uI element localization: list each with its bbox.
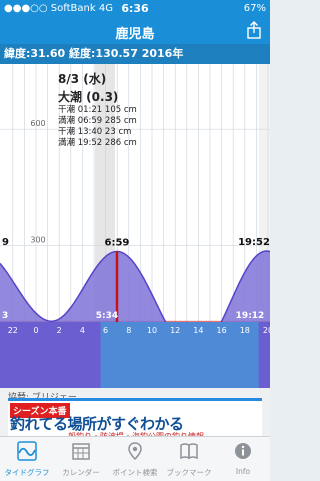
x-tick-label: 14	[193, 326, 203, 335]
clock-text: 6:36	[121, 2, 149, 15]
tide-row: 満潮 19:52 286 cm	[58, 138, 137, 148]
bookmark-icon	[180, 443, 198, 460]
info-icon	[235, 443, 251, 459]
ad-banner[interactable]: 協賛: ブリジェー シーズン本番 釣れてる場所がすぐわかる 船釣り・防波堤・海釣…	[0, 388, 270, 441]
y-tick-label: 600	[30, 119, 45, 128]
extreme-label: 9	[2, 237, 9, 248]
sunrise-label: 5:34	[96, 311, 118, 321]
x-tick-label: 18	[240, 326, 250, 335]
x-tick-label: 4	[80, 326, 85, 335]
tab-calendar[interactable]: カレンダー	[54, 437, 108, 481]
x-tick-label: 8	[126, 326, 131, 335]
tide-graph-icon	[17, 441, 37, 461]
calendar-icon	[72, 443, 90, 460]
page-title: 鹿児島	[115, 27, 155, 42]
tide-type-label: 大潮 (0.3)	[58, 90, 119, 104]
tab-label: ポイント検索	[112, 468, 158, 477]
x-tick-label: 2	[57, 326, 62, 335]
x-tick-label: 0	[33, 326, 38, 335]
tide-row: 満潮 06:59 285 cm	[58, 116, 137, 126]
tab-label: カレンダー	[62, 468, 100, 477]
tab-point-search[interactable]: ポイント検索	[108, 437, 162, 481]
sunset-label: 19:12	[236, 311, 265, 321]
status-bar: ●●●○○ SoftBank 4G 6:36 67%	[0, 0, 270, 18]
battery-text: 67%	[243, 3, 266, 14]
tab-tide-graph[interactable]: タイドグラフ	[0, 437, 54, 481]
tide-graph[interactable]: 600300091:216:5913:4019:5235:3419:122202…	[0, 64, 270, 388]
coordinates-bar: 緯度:31.60 経度:130.57 2016年	[0, 44, 270, 64]
x-tick-label: 12	[170, 326, 180, 335]
left-edge-label: 3	[2, 311, 8, 321]
tide-info-panel: 8/3 (水) 大潮 (0.3) 干潮 01:21 105 cm 満潮 06:5…	[58, 70, 178, 149]
coordinates-text: 緯度:31.60 経度:130.57 2016年	[4, 47, 184, 60]
x-tick-label: 10	[147, 326, 157, 335]
tide-row: 干潮 13:40 23 cm	[58, 127, 132, 137]
tab-label: タイドグラフ	[4, 468, 50, 477]
share-icon[interactable]	[246, 21, 262, 39]
tab-label: ブックマーク	[166, 468, 212, 477]
tab-bookmark[interactable]: ブックマーク	[162, 437, 216, 481]
tab-bar: タイドグラフ カレンダー ポイント検索 ブックマーク Info	[0, 436, 270, 481]
x-tick-label: 20	[263, 326, 270, 335]
tab-label: Info	[235, 467, 251, 476]
nav-bar: 鹿児島	[0, 18, 270, 44]
point-search-icon	[128, 442, 142, 461]
tide-row: 干潮 01:21 105 cm	[58, 105, 137, 115]
x-tick-label: 22	[8, 326, 18, 335]
x-tick-label: 16	[217, 326, 227, 335]
date-label: 8/3 (水)	[58, 72, 107, 86]
extreme-label: 6:59	[105, 237, 130, 248]
extreme-label: 19:52	[238, 237, 270, 248]
y-tick-label: 300	[30, 236, 45, 245]
ad-box[interactable]: シーズン本番 釣れてる場所がすぐわかる 船釣り・防波堤・海釣公園の釣り情報	[8, 398, 262, 441]
tab-info[interactable]: Info	[216, 437, 270, 481]
x-tick-label: 6	[103, 326, 108, 335]
